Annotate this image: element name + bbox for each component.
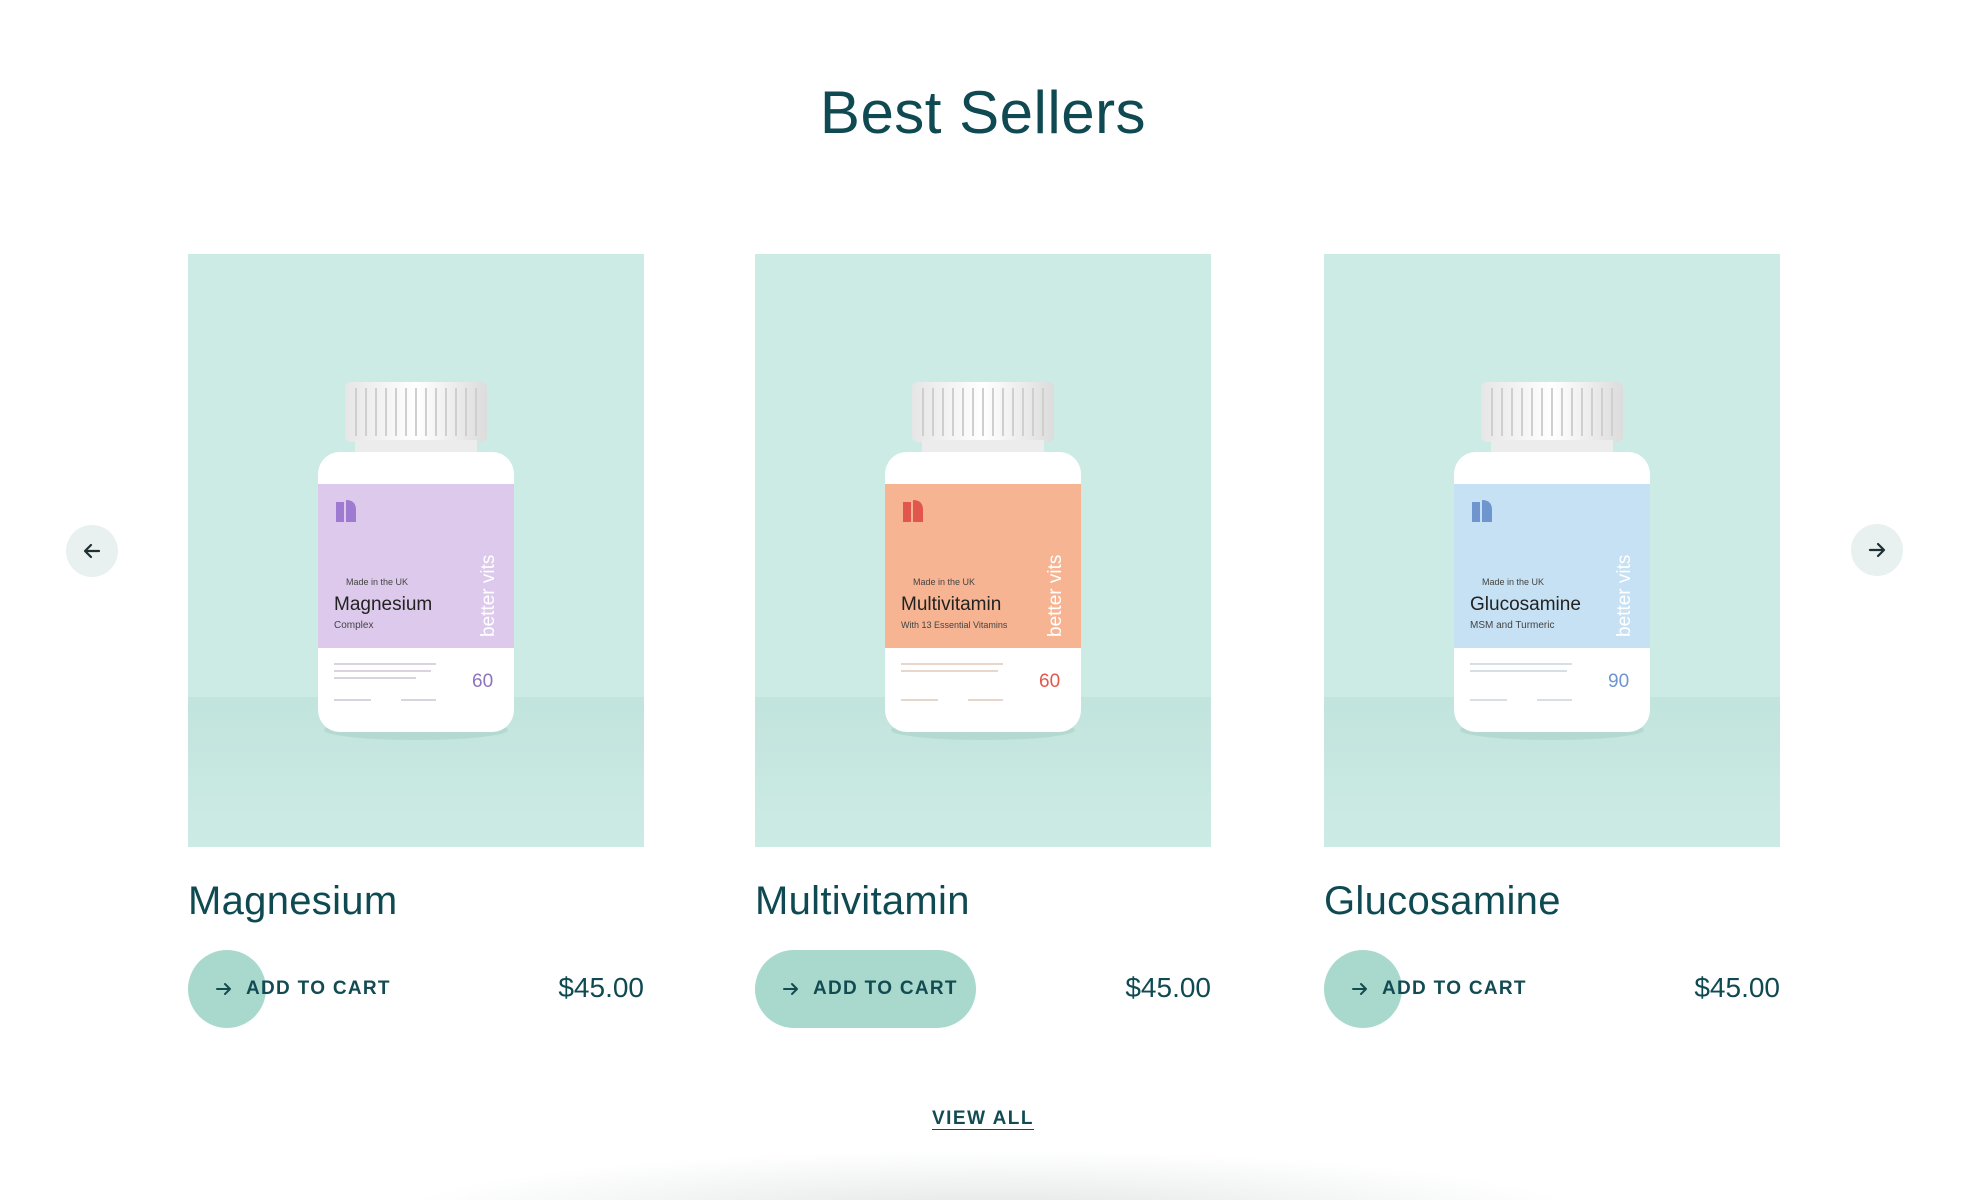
bottle-brand-text: better vits bbox=[1614, 555, 1635, 637]
arrow-right-icon bbox=[1352, 983, 1367, 995]
product-card-multivitamin: Made in the UK Multivitamin With 13 Esse… bbox=[755, 254, 1211, 1030]
arrow-right-icon bbox=[1868, 542, 1886, 558]
product-image[interactable]: Made in the UK Multivitamin With 13 Esse… bbox=[755, 254, 1211, 847]
brand-logo-icon bbox=[1472, 500, 1492, 522]
bottle-origin-text: Made in the UK bbox=[913, 577, 975, 587]
product-name[interactable]: Glucosamine bbox=[1324, 879, 1780, 924]
add-to-cart-button[interactable]: ADD TO CART bbox=[755, 950, 976, 1028]
bottle-subtitle-text: Complex bbox=[334, 620, 373, 631]
bottle-subtitle-text: MSM and Turmeric bbox=[1470, 620, 1554, 631]
brand-logo-icon bbox=[903, 500, 923, 522]
carousel-next-button[interactable] bbox=[1851, 524, 1903, 576]
product-bottle-image: Made in the UK Multivitamin With 13 Esse… bbox=[885, 382, 1081, 740]
bottle-count-text: 60 bbox=[1039, 671, 1060, 692]
bottle-count-text: 90 bbox=[1608, 671, 1629, 692]
product-price: $45.00 bbox=[558, 972, 644, 1003]
next-section-edge bbox=[380, 1150, 1600, 1200]
product-bottle-image: Made in the UK Magnesium Complex better … bbox=[318, 382, 514, 740]
product-name[interactable]: Magnesium bbox=[188, 879, 644, 924]
bottle-title-text: Glucosamine bbox=[1470, 594, 1581, 615]
bottle-count-text: 60 bbox=[472, 671, 493, 692]
add-to-cart-label: ADD TO CART bbox=[813, 978, 958, 999]
brand-logo-icon bbox=[336, 500, 356, 522]
bottle-subtitle-text: With 13 Essential Vitamins bbox=[901, 620, 1008, 630]
section-title: Best Sellers bbox=[819, 79, 1147, 146]
best-sellers-section: Best Sellers Made in the UK Magnesium Co… bbox=[0, 0, 1966, 1200]
product-card-magnesium: Made in the UK Magnesium Complex better … bbox=[188, 254, 644, 1030]
product-price: $45.00 bbox=[1125, 972, 1211, 1003]
arrow-right-icon bbox=[216, 983, 231, 995]
product-card-glucosamine: Made in the UK Glucosamine MSM and Turme… bbox=[1324, 254, 1780, 1030]
bottle-origin-text: Made in the UK bbox=[1482, 577, 1544, 587]
view-all-link[interactable]: VIEW ALL bbox=[932, 1108, 1034, 1129]
bottle-brand-text: better vits bbox=[1045, 555, 1066, 637]
product-bottle-image: Made in the UK Glucosamine MSM and Turme… bbox=[1454, 382, 1650, 740]
add-to-cart-button[interactable]: ADD TO CART bbox=[1324, 950, 1527, 1028]
arrow-left-icon bbox=[83, 543, 101, 559]
bottle-origin-text: Made in the UK bbox=[346, 577, 408, 587]
product-price: $45.00 bbox=[1694, 972, 1780, 1003]
arrow-right-icon bbox=[783, 983, 798, 995]
carousel-prev-button[interactable] bbox=[66, 525, 118, 577]
view-all-container: VIEW ALL bbox=[0, 1108, 1966, 1130]
bottle-title-text: Magnesium bbox=[334, 594, 432, 615]
add-to-cart-label: ADD TO CART bbox=[246, 978, 391, 999]
bottle-title-text: Multivitamin bbox=[901, 594, 1001, 615]
product-image[interactable]: Made in the UK Glucosamine MSM and Turme… bbox=[1324, 254, 1780, 847]
add-to-cart-label: ADD TO CART bbox=[1382, 978, 1527, 999]
bottle-brand-text: better vits bbox=[478, 555, 499, 637]
product-name[interactable]: Multivitamin bbox=[755, 879, 1211, 924]
product-image[interactable]: Made in the UK Magnesium Complex better … bbox=[188, 254, 644, 847]
add-to-cart-button[interactable]: ADD TO CART bbox=[188, 950, 391, 1028]
